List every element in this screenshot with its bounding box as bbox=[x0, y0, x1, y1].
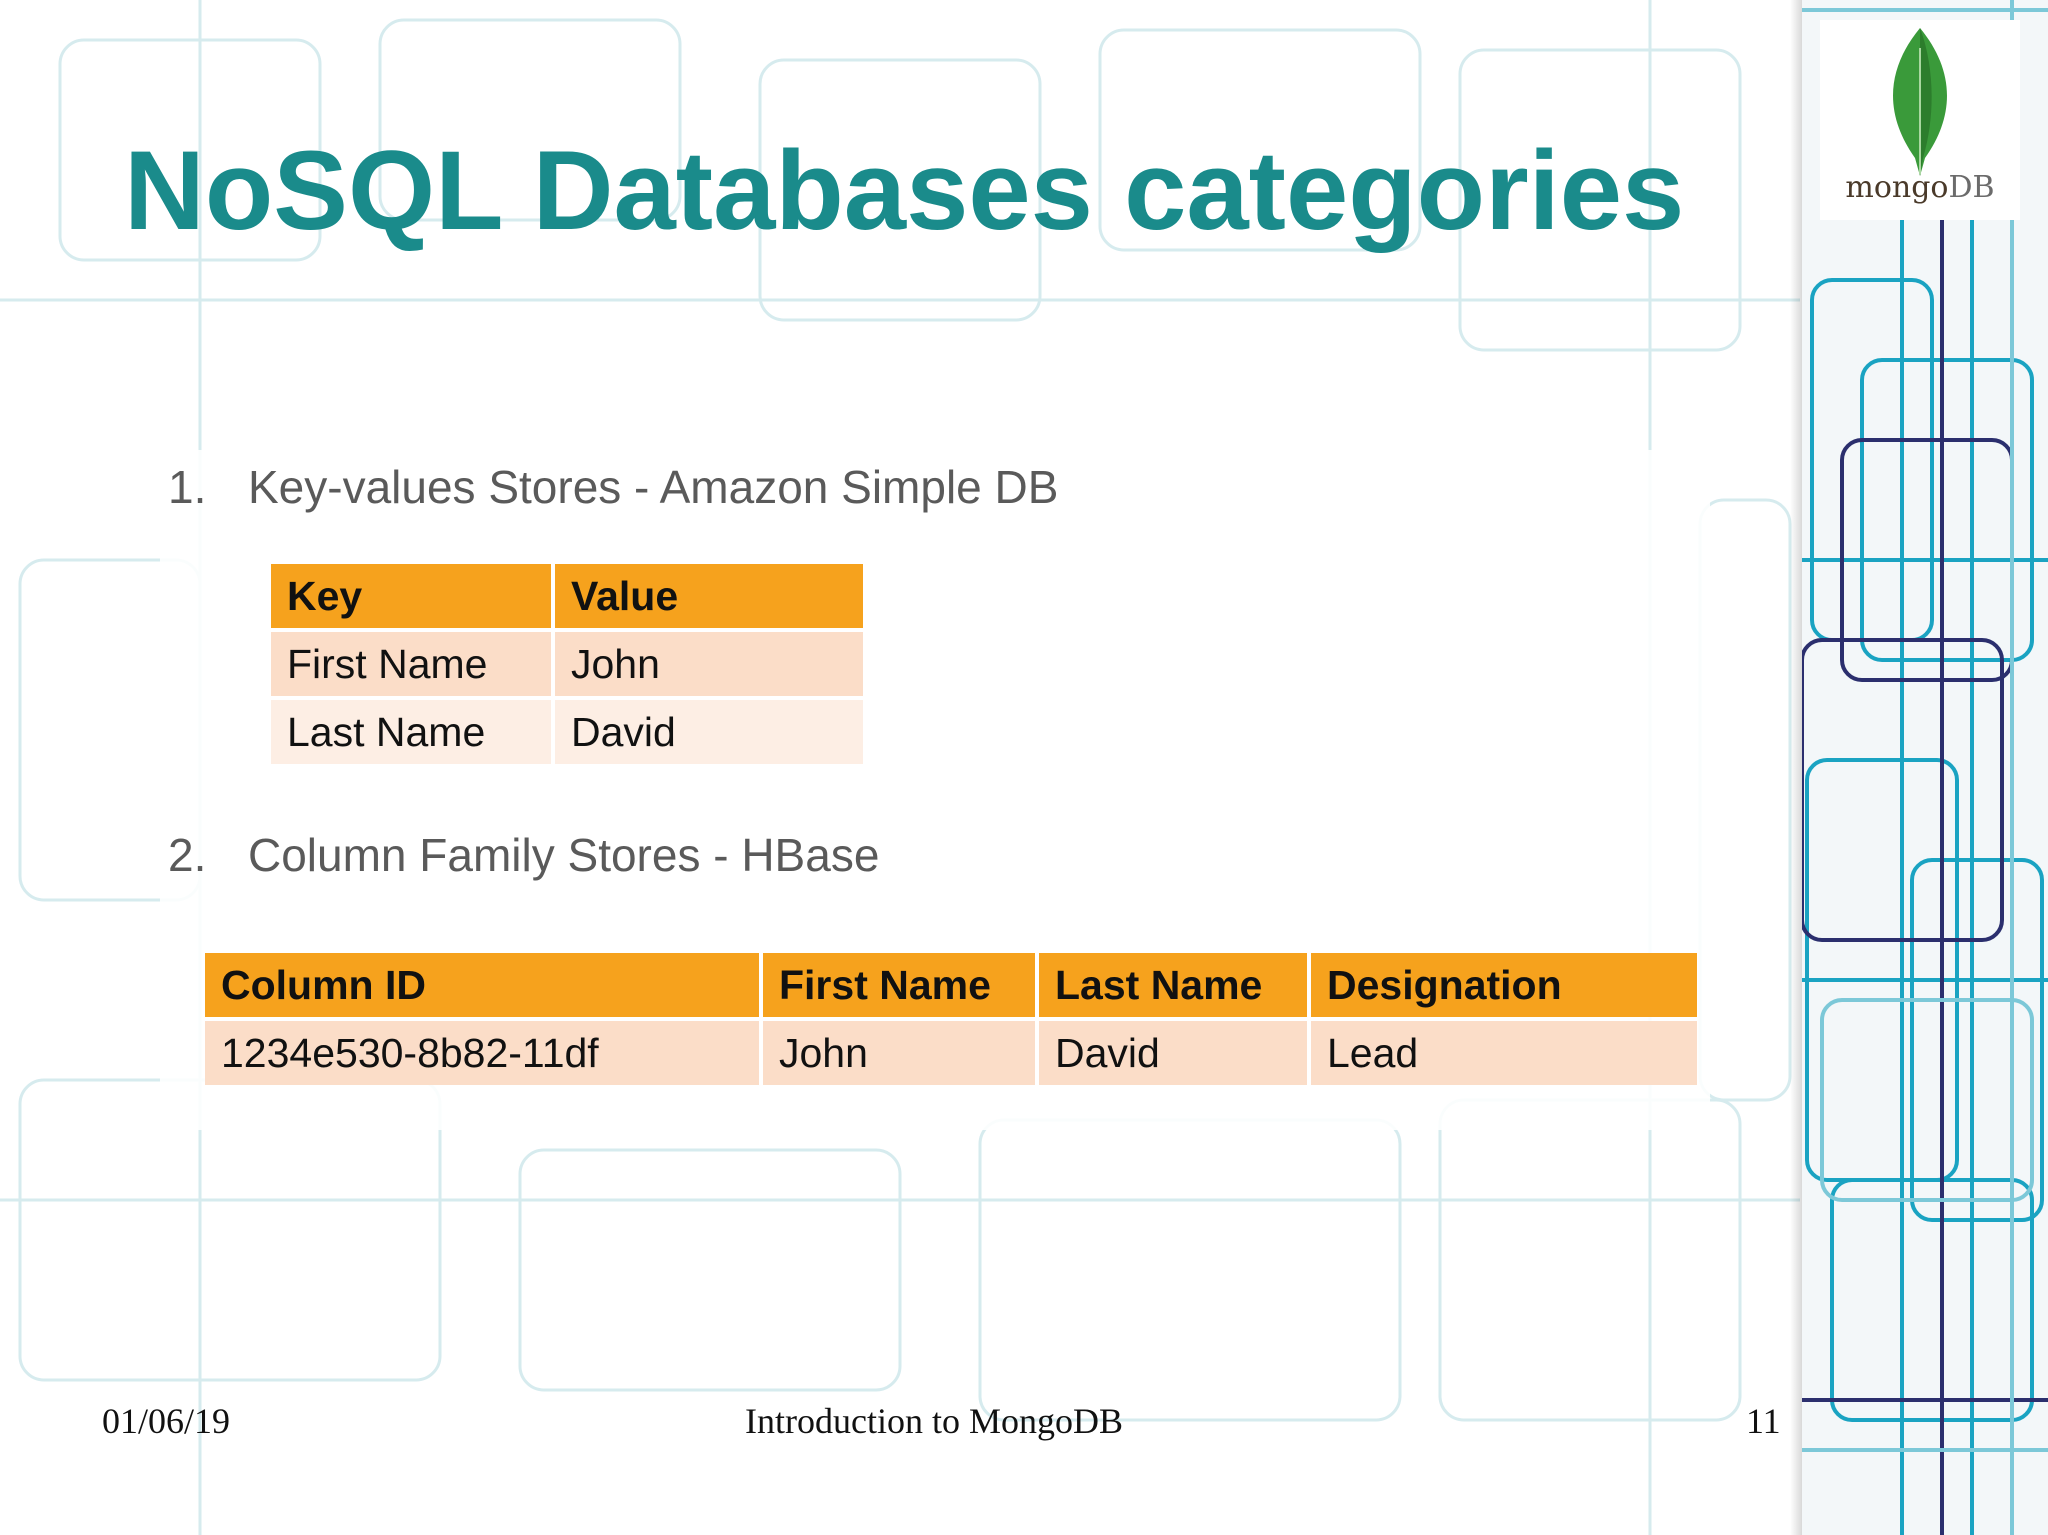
table-cell: Last Name bbox=[271, 700, 551, 764]
logo-text-suffix: DB bbox=[1948, 170, 1995, 205]
table-header-key: Key bbox=[271, 564, 551, 628]
logo-text: mongoDB bbox=[1820, 170, 2020, 205]
footer-date: 01/06/19 bbox=[102, 1401, 231, 1441]
table-row: First Name John bbox=[271, 632, 863, 696]
footer-title: Introduction to MongoDB bbox=[745, 1401, 1123, 1441]
slide-title: NoSQL Databases categories bbox=[124, 128, 1685, 253]
list-number-1: 1. bbox=[168, 461, 207, 513]
mongodb-logo: mongoDB bbox=[1820, 20, 2020, 220]
table-cell: 1234e530-8b82-11df bbox=[205, 1021, 759, 1085]
decorative-circuit-panel bbox=[1802, 0, 2048, 1535]
table-header-last-name: Last Name bbox=[1039, 953, 1307, 1017]
table-header-designation: Designation bbox=[1311, 953, 1697, 1017]
list-number-2: 2. bbox=[168, 829, 207, 881]
table-cell: First Name bbox=[271, 632, 551, 696]
table-cell: David bbox=[1039, 1021, 1307, 1085]
table-row: 1234e530-8b82-11df John David Lead bbox=[205, 1021, 1697, 1085]
table-cell: David bbox=[555, 700, 863, 764]
table-header-value: Value bbox=[555, 564, 863, 628]
table-header-first-name: First Name bbox=[763, 953, 1035, 1017]
footer-page-number: 11 bbox=[1746, 1401, 1781, 1441]
list-item-key-value-stores: Key-values Stores - Amazon Simple DB bbox=[248, 461, 1059, 513]
column-family-table: Column ID First Name Last Name Designati… bbox=[201, 949, 1701, 1089]
key-value-table: Key Value First Name John Last Name Davi… bbox=[267, 560, 867, 768]
table-header-column-id: Column ID bbox=[205, 953, 759, 1017]
table-header-row: Column ID First Name Last Name Designati… bbox=[205, 953, 1697, 1017]
table-row: Last Name David bbox=[271, 700, 863, 764]
table-cell: Lead bbox=[1311, 1021, 1697, 1085]
list-item-column-family-stores: Column Family Stores - HBase bbox=[248, 829, 880, 881]
table-cell: John bbox=[763, 1021, 1035, 1085]
leaf-icon bbox=[1893, 28, 1947, 176]
logo-text-prefix: mongo bbox=[1845, 170, 1949, 205]
table-header-row: Key Value bbox=[271, 564, 863, 628]
table-cell: John bbox=[555, 632, 863, 696]
